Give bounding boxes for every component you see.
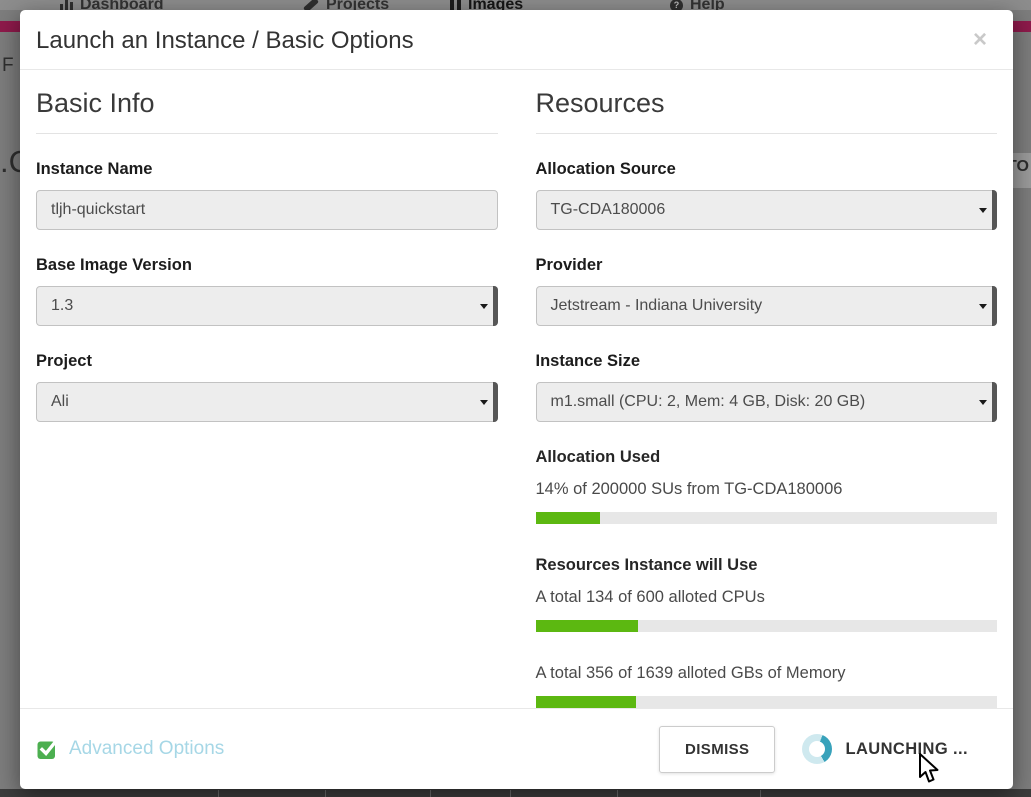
chevron-down-icon — [979, 400, 987, 405]
background-partial-text: F — [2, 55, 14, 77]
launch-instance-modal: Launch an Instance / Basic Options × Bas… — [20, 10, 1013, 789]
advanced-options-link[interactable]: Advanced Options — [36, 738, 224, 761]
background-nav-bar: Dashboard Projects Images ? Help — [0, 0, 1031, 10]
background-table-edge — [0, 789, 1031, 797]
cpu-usage-text: A total 134 of 600 alloted CPUs — [536, 588, 998, 607]
resources-column: Resources Allocation Source TG-CDA180006… — [536, 80, 998, 708]
pencil-icon — [303, 0, 319, 10]
select-edge — [992, 382, 997, 422]
instance-size-label: Instance Size — [536, 352, 998, 371]
base-image-version-label: Base Image Version — [36, 256, 498, 275]
allocation-used-progress-fill — [536, 512, 601, 524]
provider-value: Jetstream - Indiana University — [551, 297, 763, 315]
bar-chart-icon — [60, 0, 73, 10]
project-label: Project — [36, 352, 498, 371]
nav-item-projects[interactable]: Projects — [303, 0, 389, 10]
chevron-down-icon — [979, 304, 987, 309]
provider-select[interactable]: Jetstream - Indiana University — [536, 286, 998, 326]
memory-usage-progressbar — [536, 696, 998, 708]
basic-info-column: Basic Info Instance Name tljh-quickstart… — [36, 80, 498, 708]
loading-spinner-icon — [802, 734, 832, 764]
memory-usage-progress-fill — [536, 696, 636, 708]
allocation-used-text: 14% of 200000 SUs from TG-CDA180006 — [536, 480, 998, 499]
close-icon[interactable]: × — [973, 28, 987, 52]
basic-info-heading: Basic Info — [36, 80, 498, 134]
launching-button[interactable]: LAUNCHING ... — [845, 740, 968, 759]
allocation-used-progressbar — [536, 512, 998, 524]
instance-name-label: Instance Name — [36, 160, 498, 179]
provider-label: Provider — [536, 256, 998, 275]
instance-size-value: m1.small (CPU: 2, Mem: 4 GB, Disk: 20 GB… — [551, 393, 866, 411]
project-select[interactable]: Ali — [36, 382, 498, 422]
instance-usage-heading: Resources Instance will Use — [536, 556, 998, 575]
advanced-options-label: Advanced Options — [69, 738, 224, 760]
checked-checkbox-icon — [36, 738, 59, 761]
select-edge — [992, 286, 997, 326]
instance-name-input[interactable]: tljh-quickstart — [36, 190, 498, 230]
nav-label: Projects — [326, 0, 389, 10]
help-circle-icon: ? — [670, 0, 683, 10]
base-image-version-value: 1.3 — [51, 297, 73, 315]
allocation-source-label: Allocation Source — [536, 160, 998, 179]
project-value: Ali — [51, 393, 69, 411]
nav-label: Help — [690, 0, 725, 10]
resources-heading: Resources — [536, 80, 998, 134]
allocation-source-value: TG-CDA180006 — [551, 201, 666, 219]
chevron-down-icon — [979, 208, 987, 213]
nav-label: Dashboard — [80, 0, 164, 10]
chevron-down-icon — [480, 304, 488, 309]
nav-label: Images — [468, 0, 523, 10]
allocation-source-select[interactable]: TG-CDA180006 — [536, 190, 998, 230]
modal-footer: Advanced Options DISMISS LAUNCHING ... — [20, 708, 1013, 789]
select-edge — [493, 286, 498, 326]
nav-item-images[interactable]: Images — [450, 0, 523, 10]
memory-usage-text: A total 356 of 1639 alloted GBs of Memor… — [536, 664, 998, 683]
modal-header: Launch an Instance / Basic Options × — [20, 10, 1013, 70]
modal-body: Basic Info Instance Name tljh-quickstart… — [20, 70, 1013, 708]
nav-item-help[interactable]: ? Help — [670, 0, 725, 10]
select-edge — [493, 382, 498, 422]
cpu-usage-progress-fill — [536, 620, 639, 632]
modal-title: Launch an Instance / Basic Options — [36, 27, 997, 55]
cpu-usage-progressbar — [536, 620, 998, 632]
nav-item-dashboard[interactable]: Dashboard — [60, 0, 164, 10]
images-icon — [450, 0, 461, 10]
chevron-down-icon — [480, 400, 488, 405]
instance-name-value: tljh-quickstart — [51, 201, 145, 219]
allocation-used-heading: Allocation Used — [536, 448, 998, 467]
base-image-version-select[interactable]: 1.3 — [36, 286, 498, 326]
select-edge — [992, 190, 997, 230]
dismiss-button[interactable]: DISMISS — [659, 726, 775, 773]
instance-size-select[interactable]: m1.small (CPU: 2, Mem: 4 GB, Disk: 20 GB… — [536, 382, 998, 422]
